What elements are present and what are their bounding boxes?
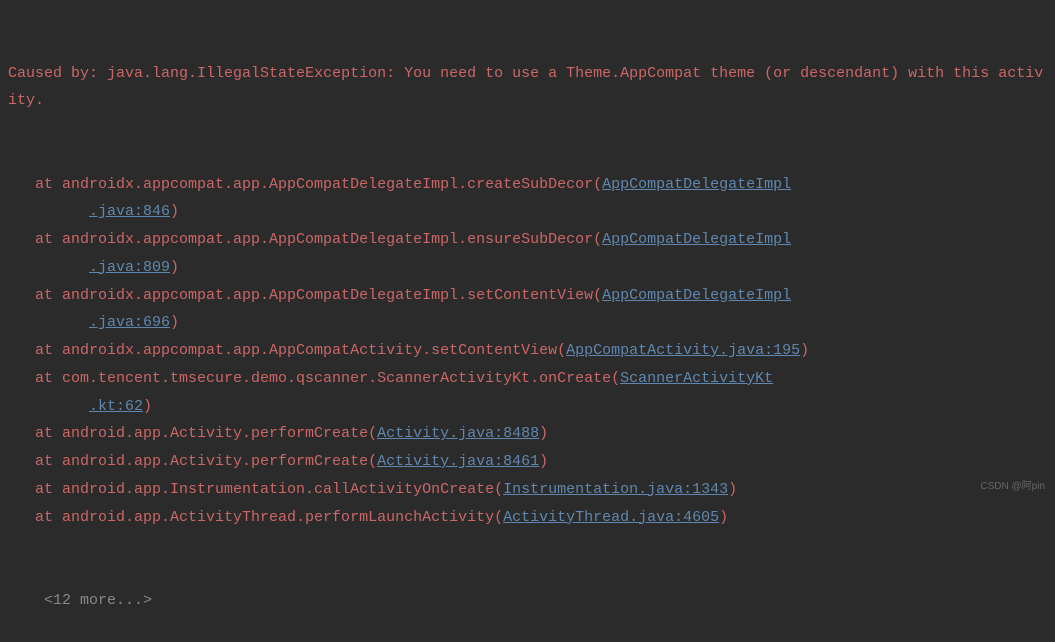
source-link[interactable]: Instrumentation.java:1343: [503, 481, 728, 498]
source-link[interactable]: .java:696: [89, 314, 170, 331]
stack-frame: at android.app.Activity.performCreate(Ac…: [35, 448, 1047, 476]
source-link[interactable]: ActivityThread.java:4605: [503, 509, 719, 526]
source-link[interactable]: .kt:62: [89, 398, 143, 415]
stack-frame: at android.app.ActivityThread.performLau…: [35, 504, 1047, 532]
stack-frame: at androidx.appcompat.app.AppCompatDeleg…: [35, 171, 1047, 227]
source-link[interactable]: .java:846: [89, 203, 170, 220]
stack-frame: at android.app.Instrumentation.callActiv…: [35, 476, 1047, 504]
stack-more-collapsed[interactable]: <12 more...>: [44, 587, 1047, 615]
source-link[interactable]: AppCompatDelegateImpl: [602, 287, 791, 304]
source-link[interactable]: Activity.java:8461: [377, 453, 539, 470]
stack-trace: Caused by: java.lang.IllegalStateExcepti…: [8, 4, 1047, 642]
source-link[interactable]: AppCompatDelegateImpl: [602, 231, 791, 248]
source-link[interactable]: AppCompatActivity.java:195: [566, 342, 800, 359]
exception-message: Caused by: java.lang.IllegalStateExcepti…: [8, 60, 1047, 116]
stack-frame: at androidx.appcompat.app.AppCompatDeleg…: [35, 226, 1047, 282]
stack-frame: at com.tencent.tmsecure.demo.qscanner.Sc…: [35, 365, 1047, 421]
source-link[interactable]: ScannerActivityKt: [620, 370, 773, 387]
stack-frame: at android.app.Activity.performCreate(Ac…: [35, 420, 1047, 448]
stack-frame: at androidx.appcompat.app.AppCompatDeleg…: [35, 282, 1047, 338]
watermark: CSDN @阿pin: [980, 478, 1045, 497]
source-link[interactable]: .java:809: [89, 259, 170, 276]
source-link[interactable]: Activity.java:8488: [377, 425, 539, 442]
stack-frame: at androidx.appcompat.app.AppCompatActiv…: [35, 337, 1047, 365]
source-link[interactable]: AppCompatDelegateImpl: [602, 176, 791, 193]
